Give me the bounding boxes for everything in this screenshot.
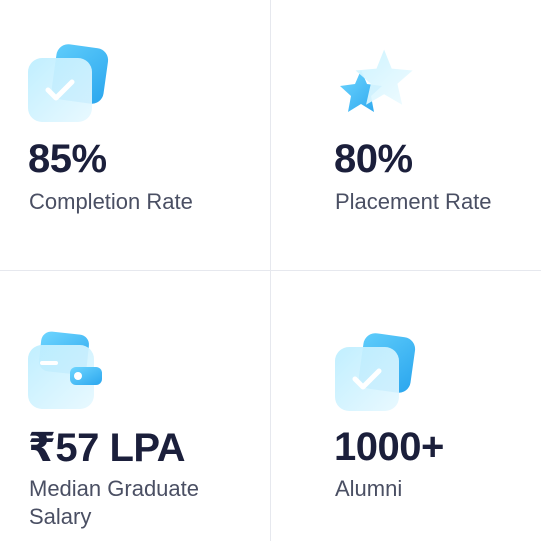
stat-label: Median Graduate Salary	[29, 476, 199, 529]
stat-label: Alumni	[335, 476, 403, 501]
stat-card-placement: 80% Placement Rate	[271, 0, 541, 270]
stats-grid: 85% Completion Rate 80% Placement Rate ₹…	[0, 0, 541, 541]
stat-value: ₹57 LPA	[28, 426, 185, 470]
stars-icon	[340, 49, 413, 112]
stat-card-alumni: 1000+ Alumni	[271, 271, 541, 541]
stat-value: 1000+	[334, 425, 444, 469]
stat-label: Completion Rate	[29, 189, 193, 214]
wallet-icon	[28, 331, 102, 409]
check-card-icon	[335, 333, 416, 411]
stat-value: 85%	[28, 137, 107, 181]
check-card-icon	[28, 44, 109, 122]
stat-card-completion: 85% Completion Rate	[0, 0, 270, 270]
stat-value: 80%	[334, 137, 413, 181]
stat-label: Placement Rate	[335, 189, 492, 214]
stat-card-salary: ₹57 LPA Median Graduate Salary	[0, 271, 270, 541]
